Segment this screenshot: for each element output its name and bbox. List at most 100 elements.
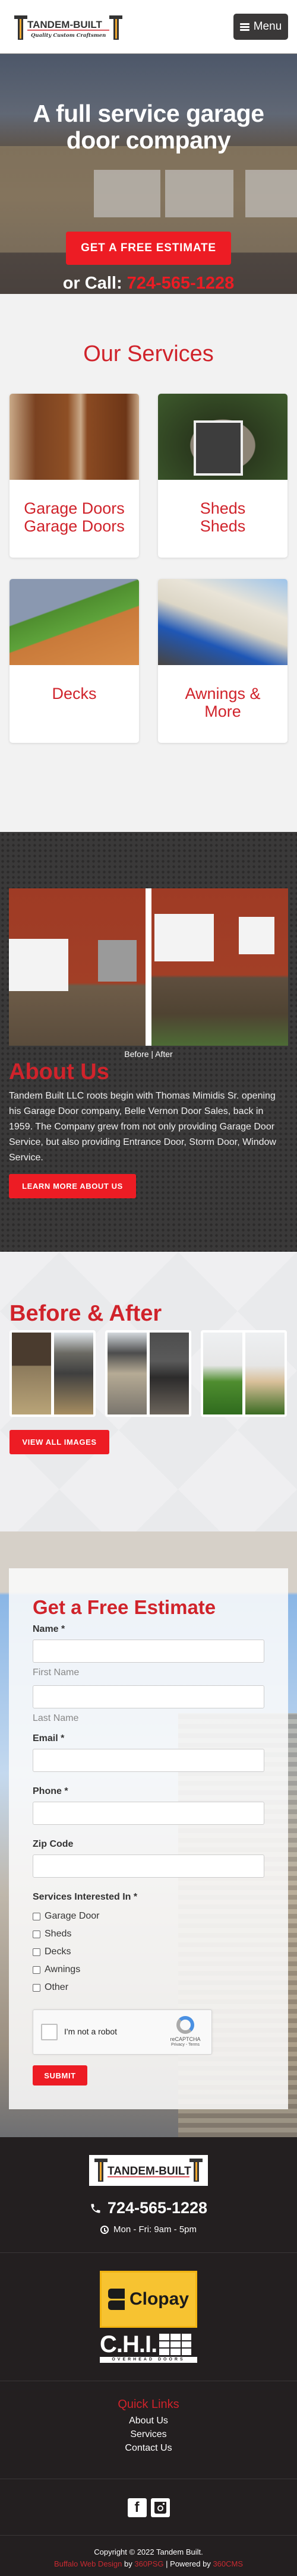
last-name-sublabel: Last Name	[33, 1713, 79, 1723]
chi-logo[interactable]: C.H.I. OVERHEAD DOORS	[100, 2331, 197, 2363]
checkbox[interactable]	[33, 1930, 40, 1938]
service-title-line: Sheds	[200, 499, 246, 517]
chi-grid-icon	[159, 2334, 192, 2355]
service-title-line: Garage Doors	[24, 517, 125, 535]
hero-title: A full service garage door company	[33, 100, 264, 154]
service-card-decks[interactable]: Decks	[10, 579, 139, 743]
instagram-icon[interactable]	[150, 2498, 170, 2517]
before-after-caption: Before | After	[124, 1049, 173, 1059]
footer-link-about-us[interactable]: About Us	[0, 2414, 297, 2428]
recaptcha-links[interactable]: Privacy - Terms	[168, 2043, 203, 2047]
last-name-input[interactable]	[33, 1685, 264, 1708]
chi-text: C.H.I.	[100, 2331, 157, 2357]
gallery-thumbnail-3[interactable]	[201, 1330, 287, 1417]
checkbox-label: Sheds	[45, 1929, 72, 1939]
credit-link-360cms[interactable]: 360CMS	[213, 2559, 243, 2568]
after-image	[151, 888, 288, 1046]
checkbox-label: Decks	[45, 1947, 71, 1957]
first-name-input[interactable]	[33, 1640, 264, 1663]
credit-text: | Powered by	[166, 2559, 211, 2568]
about-title: About Us	[9, 1059, 109, 1084]
view-all-images-button[interactable]: VIEW ALL IMAGES	[10, 1430, 109, 1454]
service-card-sheds[interactable]: Sheds Sheds	[158, 394, 287, 558]
checkbox[interactable]	[33, 1912, 40, 1920]
learn-more-button[interactable]: LEARN MORE ABOUT US	[9, 1174, 136, 1198]
before-after-image	[9, 888, 288, 1046]
service-title-line: Decks	[52, 685, 97, 702]
checkbox[interactable]	[33, 1948, 40, 1956]
awnings-image	[158, 579, 287, 665]
service-option-awnings[interactable]: Awnings	[33, 1961, 264, 1979]
about-section: Before | After About Us Tandem Built LLC…	[0, 832, 297, 1252]
service-option-garage-door[interactable]: Garage Door	[33, 1907, 264, 1925]
hero-background-garage	[94, 170, 160, 217]
phone-input[interactable]	[33, 1802, 264, 1825]
clopay-mark-icon	[108, 2289, 125, 2310]
estimate-section: Get a Free Estimate Name * First Name La…	[0, 1531, 297, 2137]
footer-hours: Mon - Fri: 9am - 5pm	[0, 2224, 297, 2235]
email-label: Email *	[33, 1733, 65, 1743]
clopay-text: Clopay	[129, 2289, 189, 2309]
submit-button[interactable]: SUBMIT	[33, 2065, 87, 2086]
checkbox[interactable]	[33, 1966, 40, 1974]
service-option-decks[interactable]: Decks	[33, 1943, 264, 1961]
gallery-thumbnail-2[interactable]	[105, 1330, 191, 1417]
estimate-form: Get a Free Estimate Name * First Name La…	[9, 1568, 288, 2109]
quick-links-title: Quick Links	[118, 2398, 179, 2411]
gallery-thumbnail-1[interactable]	[10, 1330, 96, 1417]
checkbox[interactable]	[33, 1983, 40, 1992]
sheds-image	[158, 394, 287, 480]
facebook-icon[interactable]: f	[127, 2498, 147, 2517]
service-title-line: Awnings &	[185, 685, 261, 702]
hamburger-icon	[239, 23, 249, 31]
services-section: Our Services Garage Doors Garage Doors S…	[0, 294, 297, 832]
footer-phone-number: 724-565-1228	[107, 2199, 208, 2217]
menu-button[interactable]: Menu	[233, 14, 288, 40]
free-estimate-button[interactable]: GET A FREE ESTIMATE	[66, 232, 231, 265]
footer-phone[interactable]: 724-565-1228	[0, 2199, 297, 2217]
menu-label: Menu	[253, 20, 282, 33]
checkbox-label: Other	[45, 1982, 69, 1992]
recaptcha-label: I'm not a robot	[64, 2027, 118, 2036]
recaptcha-icon	[176, 2016, 194, 2034]
footer-link-services[interactable]: Services	[0, 2428, 297, 2441]
gallery-section: Before & After VIEW ALL IMAGES	[0, 1252, 297, 1531]
credit-link-buffalo-web-design[interactable]: Buffalo Web Design	[54, 2559, 122, 2568]
service-card-title: Garage Doors Garage Doors	[10, 480, 139, 535]
service-title-line: Sheds	[200, 517, 246, 535]
before-image	[9, 888, 146, 1046]
phone-label: Phone *	[33, 1786, 68, 1796]
clock-icon	[100, 2225, 109, 2234]
service-option-other[interactable]: Other	[33, 1979, 264, 1996]
logo-tagline: Quality Custom Craftsmen	[31, 33, 106, 39]
recaptcha-widget: I'm not a robot reCAPTCHA Privacy - Term…	[33, 2009, 212, 2055]
recaptcha-checkbox[interactable]	[41, 2024, 58, 2040]
credit-link-360psg[interactable]: 360PSG	[134, 2559, 163, 2568]
service-card-title: Sheds Sheds	[158, 480, 287, 535]
phone-icon	[91, 2204, 100, 2213]
service-card-title: Awnings & More	[158, 665, 287, 720]
clopay-logo[interactable]: Clopay	[100, 2271, 197, 2328]
service-card-garage-doors[interactable]: Garage Doors Garage Doors	[10, 394, 139, 558]
copyright-text: Copyright © 2022 Tandem Built.	[94, 2547, 203, 2556]
footer-contact: TANDEM-BUILT 724-565-1228 Mon - Fri: 9am…	[0, 2137, 297, 2253]
credit-text: by	[124, 2559, 132, 2568]
tandem-built-logo[interactable]: TANDEM-BUILT Quality Custom Craftsmen	[14, 15, 122, 40]
footer-logo-text: TANDEM-BUILT	[108, 2165, 191, 2178]
hero-phone-link[interactable]: 724-565-1228	[127, 274, 235, 293]
first-name-sublabel: First Name	[33, 1667, 80, 1678]
footer-link-contact-us[interactable]: Contact Us	[0, 2441, 297, 2455]
footer-social: f	[0, 2479, 297, 2536]
recaptcha-brand: reCAPTCHA	[170, 2036, 201, 2042]
email-input[interactable]	[33, 1749, 264, 1772]
gallery-thumbnails	[10, 1330, 287, 1417]
service-card-awnings[interactable]: Awnings & More	[158, 579, 287, 743]
zip-input[interactable]	[33, 1855, 264, 1878]
services-label: Services Interested In *	[33, 1892, 138, 1902]
footer-hours-text: Mon - Fri: 9am - 5pm	[113, 2224, 197, 2235]
footer-logo[interactable]: TANDEM-BUILT	[89, 2155, 208, 2186]
service-option-sheds[interactable]: Sheds	[33, 1925, 264, 1943]
decks-image	[10, 579, 139, 665]
chi-subtext: OVERHEAD DOORS	[100, 2357, 197, 2363]
site-footer: TANDEM-BUILT 724-565-1228 Mon - Fri: 9am…	[0, 2137, 297, 2576]
